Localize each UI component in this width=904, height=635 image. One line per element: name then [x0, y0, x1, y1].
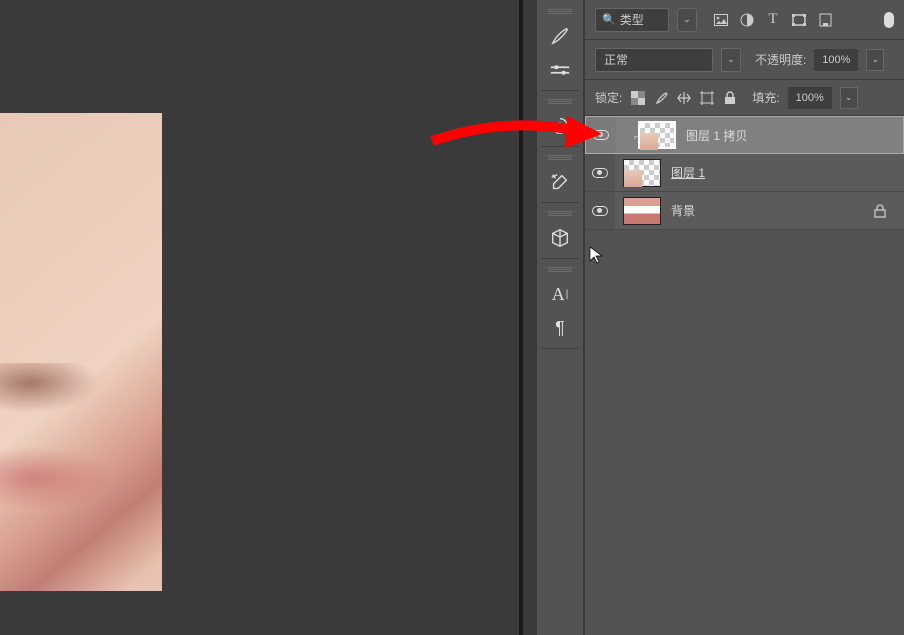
cube-3d-icon[interactable] — [541, 221, 579, 255]
layer-thumbnail[interactable] — [638, 121, 676, 149]
filter-smart-icon[interactable] — [817, 12, 833, 28]
layers-panel: 🔍 类型 ⌄ T 正常 ⌄ 不透明度: 100% ⌄ 锁定: 填充: — [585, 0, 904, 635]
filter-shape-icon[interactable] — [791, 12, 807, 28]
lock-position-icon[interactable] — [676, 90, 692, 106]
panel-grip-icon[interactable] — [548, 99, 572, 104]
blend-dropdown-arrow[interactable]: ⌄ — [721, 48, 741, 72]
visibility-eye-icon[interactable] — [592, 168, 608, 178]
filter-dropdown-arrow[interactable]: ⌄ — [677, 8, 697, 32]
panel-grip-icon[interactable] — [548, 155, 572, 160]
canvas-separator — [519, 0, 523, 635]
layer-name-label[interactable]: 图层 1 — [671, 164, 705, 181]
canvas-area[interactable] — [0, 0, 520, 635]
filter-type-label: 类型 — [620, 11, 644, 28]
healing-tool-icon[interactable] — [541, 165, 579, 199]
type-tool-icon[interactable]: A| — [541, 277, 579, 311]
panel-grip-icon[interactable] — [548, 211, 572, 216]
lock-all-icon[interactable] — [722, 90, 738, 106]
fill-label: 填充: — [752, 89, 779, 106]
panel-grip-icon[interactable] — [548, 9, 572, 14]
lock-label: 锁定: — [595, 89, 622, 106]
vertical-toolbar: A| ¶ — [537, 0, 583, 635]
lock-icon — [874, 204, 886, 218]
canvas-image — [0, 113, 162, 591]
blend-mode-value: 正常 — [604, 51, 628, 68]
layer-thumbnail[interactable] — [623, 159, 661, 187]
visibility-eye-icon[interactable] — [592, 206, 608, 216]
lock-row: 锁定: 填充: 100% ⌄ — [585, 80, 904, 116]
lock-artboard-icon[interactable] — [699, 90, 715, 106]
search-icon: 🔍 — [602, 13, 616, 26]
opacity-value[interactable]: 100% — [814, 49, 858, 71]
fill-dropdown-arrow[interactable]: ⌄ — [840, 87, 858, 109]
filter-type-icon[interactable]: T — [765, 12, 781, 28]
layer-row[interactable]: 图层 1 — [585, 154, 904, 192]
visibility-eye-icon[interactable] — [593, 130, 609, 140]
panel-grip-icon[interactable] — [548, 267, 572, 272]
layer-filter-bar: 🔍 类型 ⌄ T — [585, 0, 904, 40]
layers-list: ⌐ 图层 1 拷贝 图层 1 背景 — [585, 116, 904, 230]
filter-adjust-icon[interactable] — [739, 12, 755, 28]
lock-transparency-icon[interactable] — [630, 90, 646, 106]
history-brush-icon[interactable] — [541, 109, 579, 143]
layer-name-label[interactable]: 图层 1 拷贝 — [686, 127, 747, 144]
fill-value[interactable]: 100% — [788, 87, 832, 109]
layer-name-label[interactable]: 背景 — [671, 202, 695, 219]
layer-row[interactable]: ⌐ 图层 1 拷贝 — [585, 116, 904, 154]
opacity-dropdown-arrow[interactable]: ⌄ — [866, 49, 884, 71]
filter-type-select[interactable]: 🔍 类型 — [595, 8, 669, 32]
lock-brush-icon[interactable] — [653, 90, 669, 106]
paragraph-tool-icon[interactable]: ¶ — [541, 311, 579, 345]
brush-tool-icon[interactable] — [541, 19, 579, 53]
adjust-tool-icon[interactable] — [541, 53, 579, 87]
blend-mode-row: 正常 ⌄ 不透明度: 100% ⌄ — [585, 40, 904, 80]
blend-mode-select[interactable]: 正常 — [595, 48, 713, 72]
filter-pixel-icon[interactable] — [713, 12, 729, 28]
layer-thumbnail[interactable] — [623, 197, 661, 225]
filter-toggle-switch[interactable] — [884, 12, 894, 28]
opacity-label: 不透明度: — [755, 51, 806, 68]
layer-row[interactable]: 背景 — [585, 192, 904, 230]
